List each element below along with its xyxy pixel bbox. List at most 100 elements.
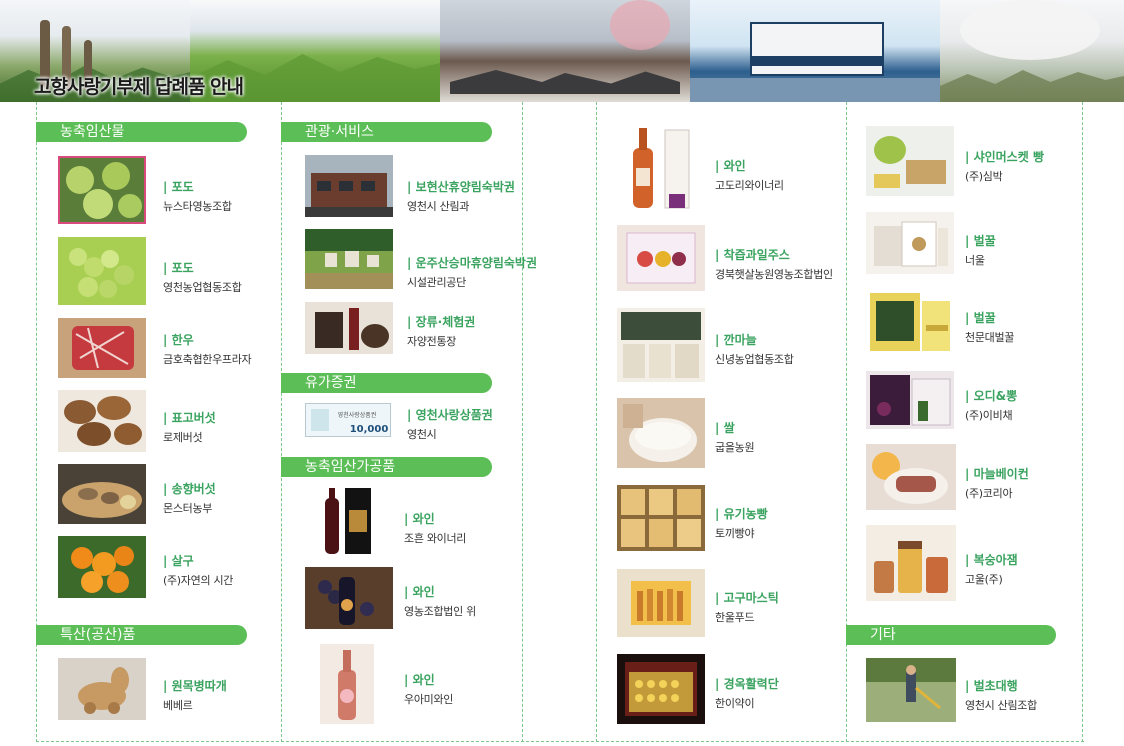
section-header-processed: 농축임산가공품 (281, 457, 492, 477)
item-label: 고구마스틱한울푸드 (715, 589, 779, 625)
item-label: 샤인머스켓 빵 (주)심박 (965, 148, 1044, 184)
cherry-blossom-photo (940, 0, 1124, 102)
item-label: 장류·체험권자양전통장 (407, 313, 475, 349)
item-name: 포도 (163, 259, 242, 276)
item-name: 깐마늘 (715, 331, 794, 348)
sweet-potato-photo (617, 569, 705, 637)
item-label: 깐마늘신녕농업협동조합 (715, 331, 794, 367)
item-producer: 너울 (965, 254, 985, 267)
svg-text:영천사랑상품권: 영천사랑상품권 (338, 411, 377, 419)
item-name: 장류·체험권 (407, 313, 476, 330)
column-divider (281, 102, 282, 742)
item-name: 마늘베이컨 (965, 465, 1029, 482)
wine-box-photo (305, 484, 393, 558)
item-label: 살구 (주)자연의 시간 (163, 552, 233, 588)
item-label: 운주산승마휴양림숙박권시설관리공단 (407, 254, 537, 290)
column-divider (596, 102, 597, 742)
item-name: 원목병따개 (163, 677, 227, 694)
grape-bread-photo (866, 126, 954, 196)
item-name: 샤인머스켓 빵 (965, 148, 1044, 165)
item-producer: 로제버섯 (163, 431, 203, 444)
mushroom-plate-photo (58, 464, 146, 524)
item-producer: 영천농업협동조합 (163, 281, 242, 294)
item-name: 착즙과일주스 (715, 246, 833, 263)
item-label: 벌꿀천문대벌꿀 (965, 309, 1014, 345)
item-name: 벌초대행 (965, 677, 1037, 694)
item-label: 포도영천농업협동조합 (163, 259, 242, 295)
mulberry-photo (866, 371, 954, 429)
item-producer: 한울푸드 (715, 611, 755, 624)
item-label: 와인우아미와인 (404, 671, 453, 707)
item-producer: 고도리와이너리 (715, 179, 784, 192)
item-label: 영천사랑상품권영천시 (407, 406, 493, 442)
jam-photo (866, 525, 956, 601)
item-name: 포도 (163, 178, 232, 195)
item-label: 복숭아잼고울(주) (965, 551, 1018, 587)
item-producer: 경북햇살농원영농조합법인 (715, 268, 833, 281)
item-producer: 한이약이 (715, 697, 755, 710)
grapes-photo (58, 237, 146, 305)
item-name: 벌꿀 (965, 309, 1014, 326)
rose-wine-photo (320, 644, 374, 724)
item-name: 쌀 (715, 419, 754, 436)
item-producer: 금호축협한우프라자 (163, 353, 252, 366)
item-label: 착즙과일주스경북햇살농원영농조합법인 (715, 246, 833, 282)
item-producer: 뉴스타영농조합 (163, 200, 232, 213)
item-producer: 몬스터농부 (163, 502, 213, 515)
column-divider (1082, 102, 1083, 742)
header-banner: 고향사랑기부제 답례품 안내 (0, 0, 1124, 102)
item-producer: 신녕농업협동조합 (715, 353, 794, 366)
hanok-village-photo (440, 0, 690, 102)
item-producer: (주)이비채 (965, 409, 1013, 422)
item-label: 표고버섯로제버섯 (163, 409, 216, 445)
item-name: 보현산휴양림숙박권 (407, 178, 515, 195)
item-producer: 영농조합법인 위 (404, 605, 476, 618)
item-label: 원목병따개베베르 (163, 677, 227, 713)
honey-box-photo (866, 289, 954, 355)
rice-photo (617, 398, 705, 468)
wine-bottle-photo (617, 124, 705, 212)
item-label: 유기농빵토끼빵야 (715, 505, 768, 541)
wine-grapes-photo (305, 567, 393, 629)
item-producer: 베베르 (163, 699, 193, 712)
mowing-photo (866, 658, 956, 722)
item-name: 표고버섯 (163, 409, 216, 426)
item-producer: 자양전통장 (407, 335, 457, 348)
voucher-photo: 영천사랑상품권 10,000 (305, 403, 391, 437)
section-header-other: 기타 (846, 625, 1056, 645)
bottom-divider (36, 741, 1084, 742)
column-divider (846, 102, 847, 742)
item-producer: 굽을농원 (715, 441, 755, 454)
item-label: 송향버섯몬스터농부 (163, 480, 216, 516)
item-label: 와인고도리와이너리 (715, 157, 784, 193)
item-name: 송향버섯 (163, 480, 216, 497)
bread-photo (617, 485, 705, 551)
item-name: 복숭아잼 (965, 551, 1018, 568)
pill-box-photo (617, 654, 705, 724)
item-name: 운주산승마휴양림숙박권 (407, 254, 537, 271)
column-divider (36, 102, 37, 742)
item-name: 와인 (404, 671, 453, 688)
item-name: 영천사랑상품권 (407, 406, 493, 423)
wooden-opener-photo (58, 658, 146, 720)
svg-text:10,000: 10,000 (350, 424, 389, 435)
item-producer: 토끼빵야 (715, 527, 755, 540)
observatory-building-photo (690, 0, 940, 102)
item-name: 와인 (715, 157, 784, 174)
item-producer: 영천시 산림조합 (965, 699, 1037, 712)
item-label: 보현산휴양림숙박권영천시 산림과 (407, 178, 515, 214)
apricot-photo (58, 536, 146, 598)
item-label: 마늘베이컨 (주)코리아 (965, 465, 1029, 501)
item-label: 경옥활력단한이약이 (715, 675, 779, 711)
section-header-crafts: 특산(공산)품 (36, 625, 247, 645)
section-header-securities: 유가증권 (281, 373, 492, 393)
item-name: 오디&뽕 (965, 387, 1018, 404)
section-header-agri: 농축임산물 (36, 122, 247, 142)
item-label: 벌꿀너울 (965, 232, 996, 268)
item-name: 고구마스틱 (715, 589, 779, 606)
item-producer: 조흔 와이너리 (404, 532, 467, 545)
forest-resort-photo (305, 229, 393, 289)
item-producer: 우아미와인 (404, 693, 454, 706)
item-label: 포도뉴스타영농조합 (163, 178, 232, 214)
juice-box-photo (617, 225, 705, 291)
